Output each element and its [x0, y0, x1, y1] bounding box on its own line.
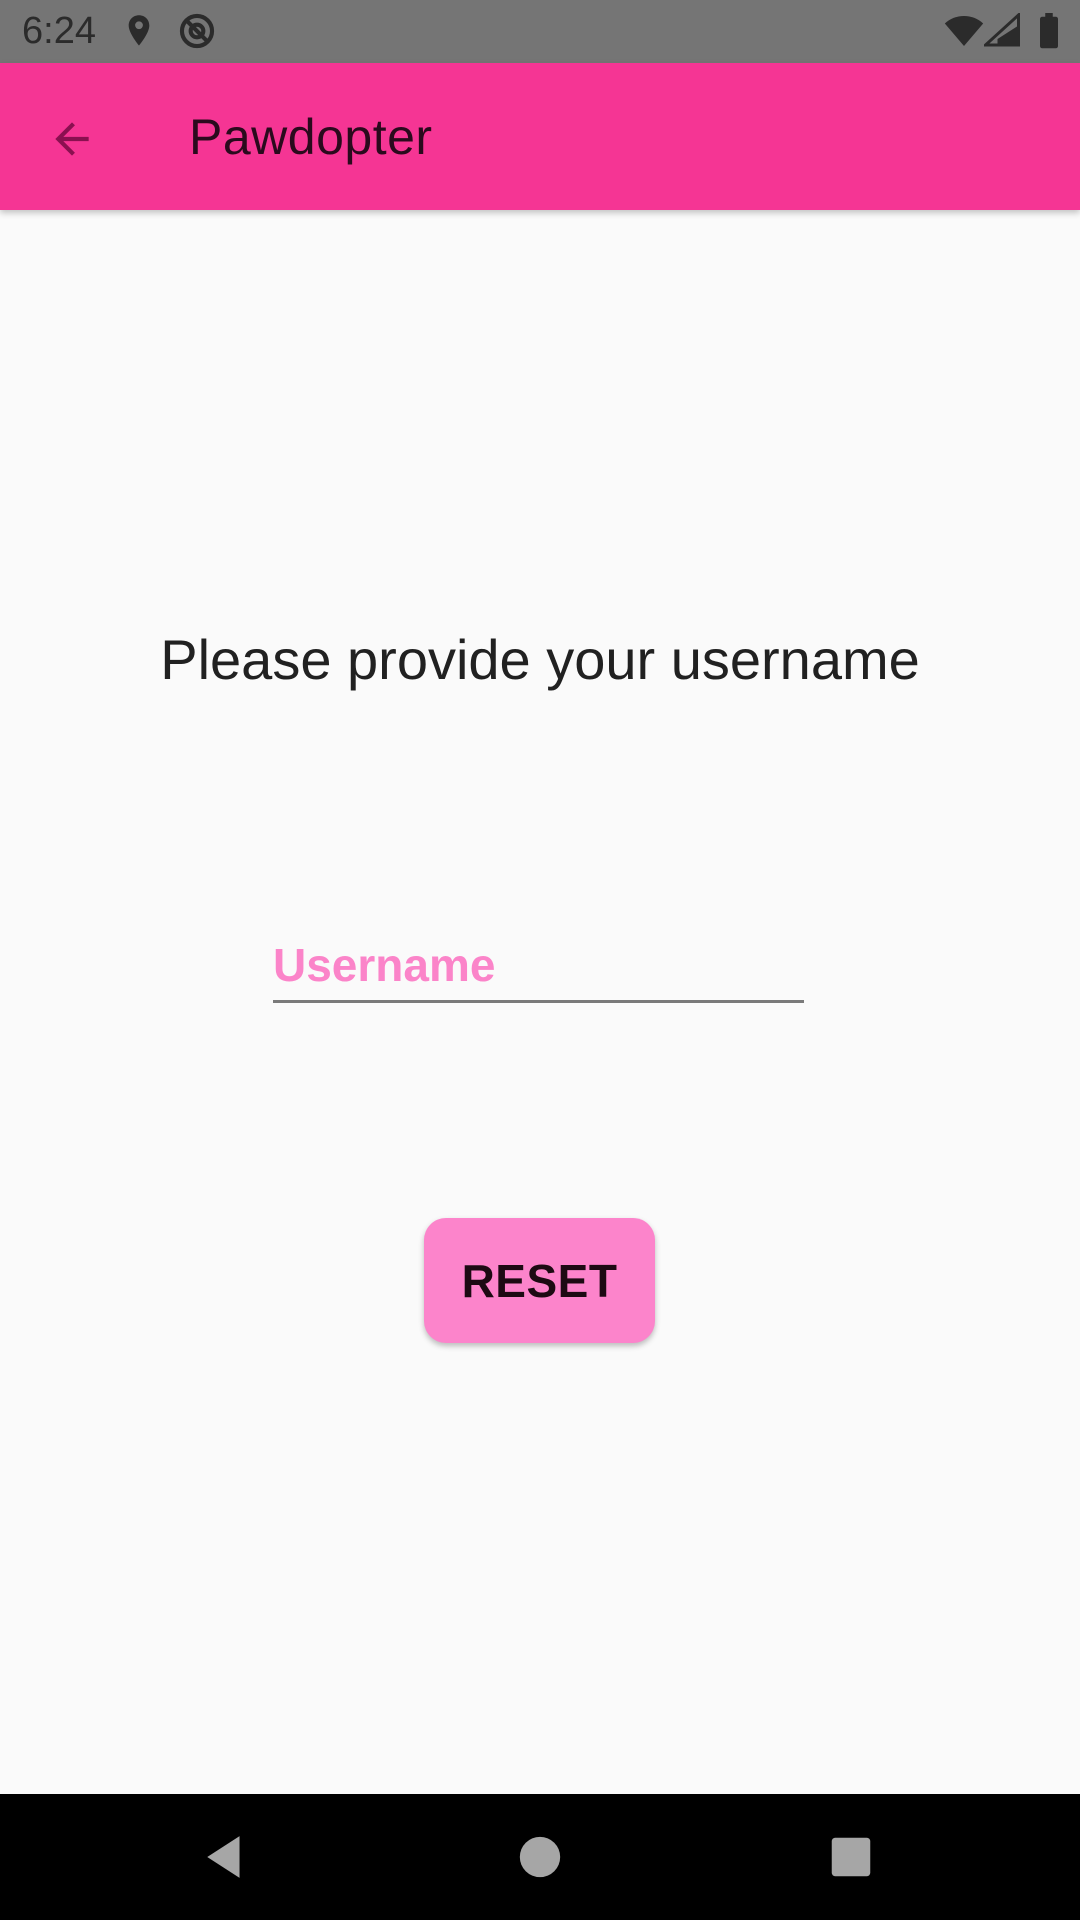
nav-back-button[interactable] — [186, 1822, 266, 1892]
cellular-signal-icon — [984, 13, 1020, 47]
battery-icon — [1040, 13, 1058, 49]
username-prompt: Please provide your username — [160, 628, 920, 691]
username-input[interactable] — [273, 930, 804, 1003]
back-triangle-icon — [207, 1836, 240, 1878]
app-bar: Pawdopter — [0, 63, 1080, 210]
status-time: 6:24 — [22, 10, 96, 52]
location-icon — [128, 15, 150, 46]
arrow-back-icon — [55, 122, 89, 156]
navigation-bar — [0, 1794, 1080, 1920]
status-bar: 6:24 — [0, 0, 1080, 63]
nav-recents-button[interactable] — [811, 1822, 891, 1892]
home-circle-icon — [519, 1836, 561, 1878]
back-button[interactable] — [28, 95, 116, 183]
reset-button[interactable]: RESET — [424, 1218, 655, 1343]
recents-square-icon — [831, 1837, 871, 1877]
nav-home-button[interactable] — [500, 1822, 580, 1892]
app-title: Pawdopter — [189, 109, 433, 165]
at-sign-icon — [179, 13, 215, 49]
wifi-icon — [944, 16, 984, 46]
